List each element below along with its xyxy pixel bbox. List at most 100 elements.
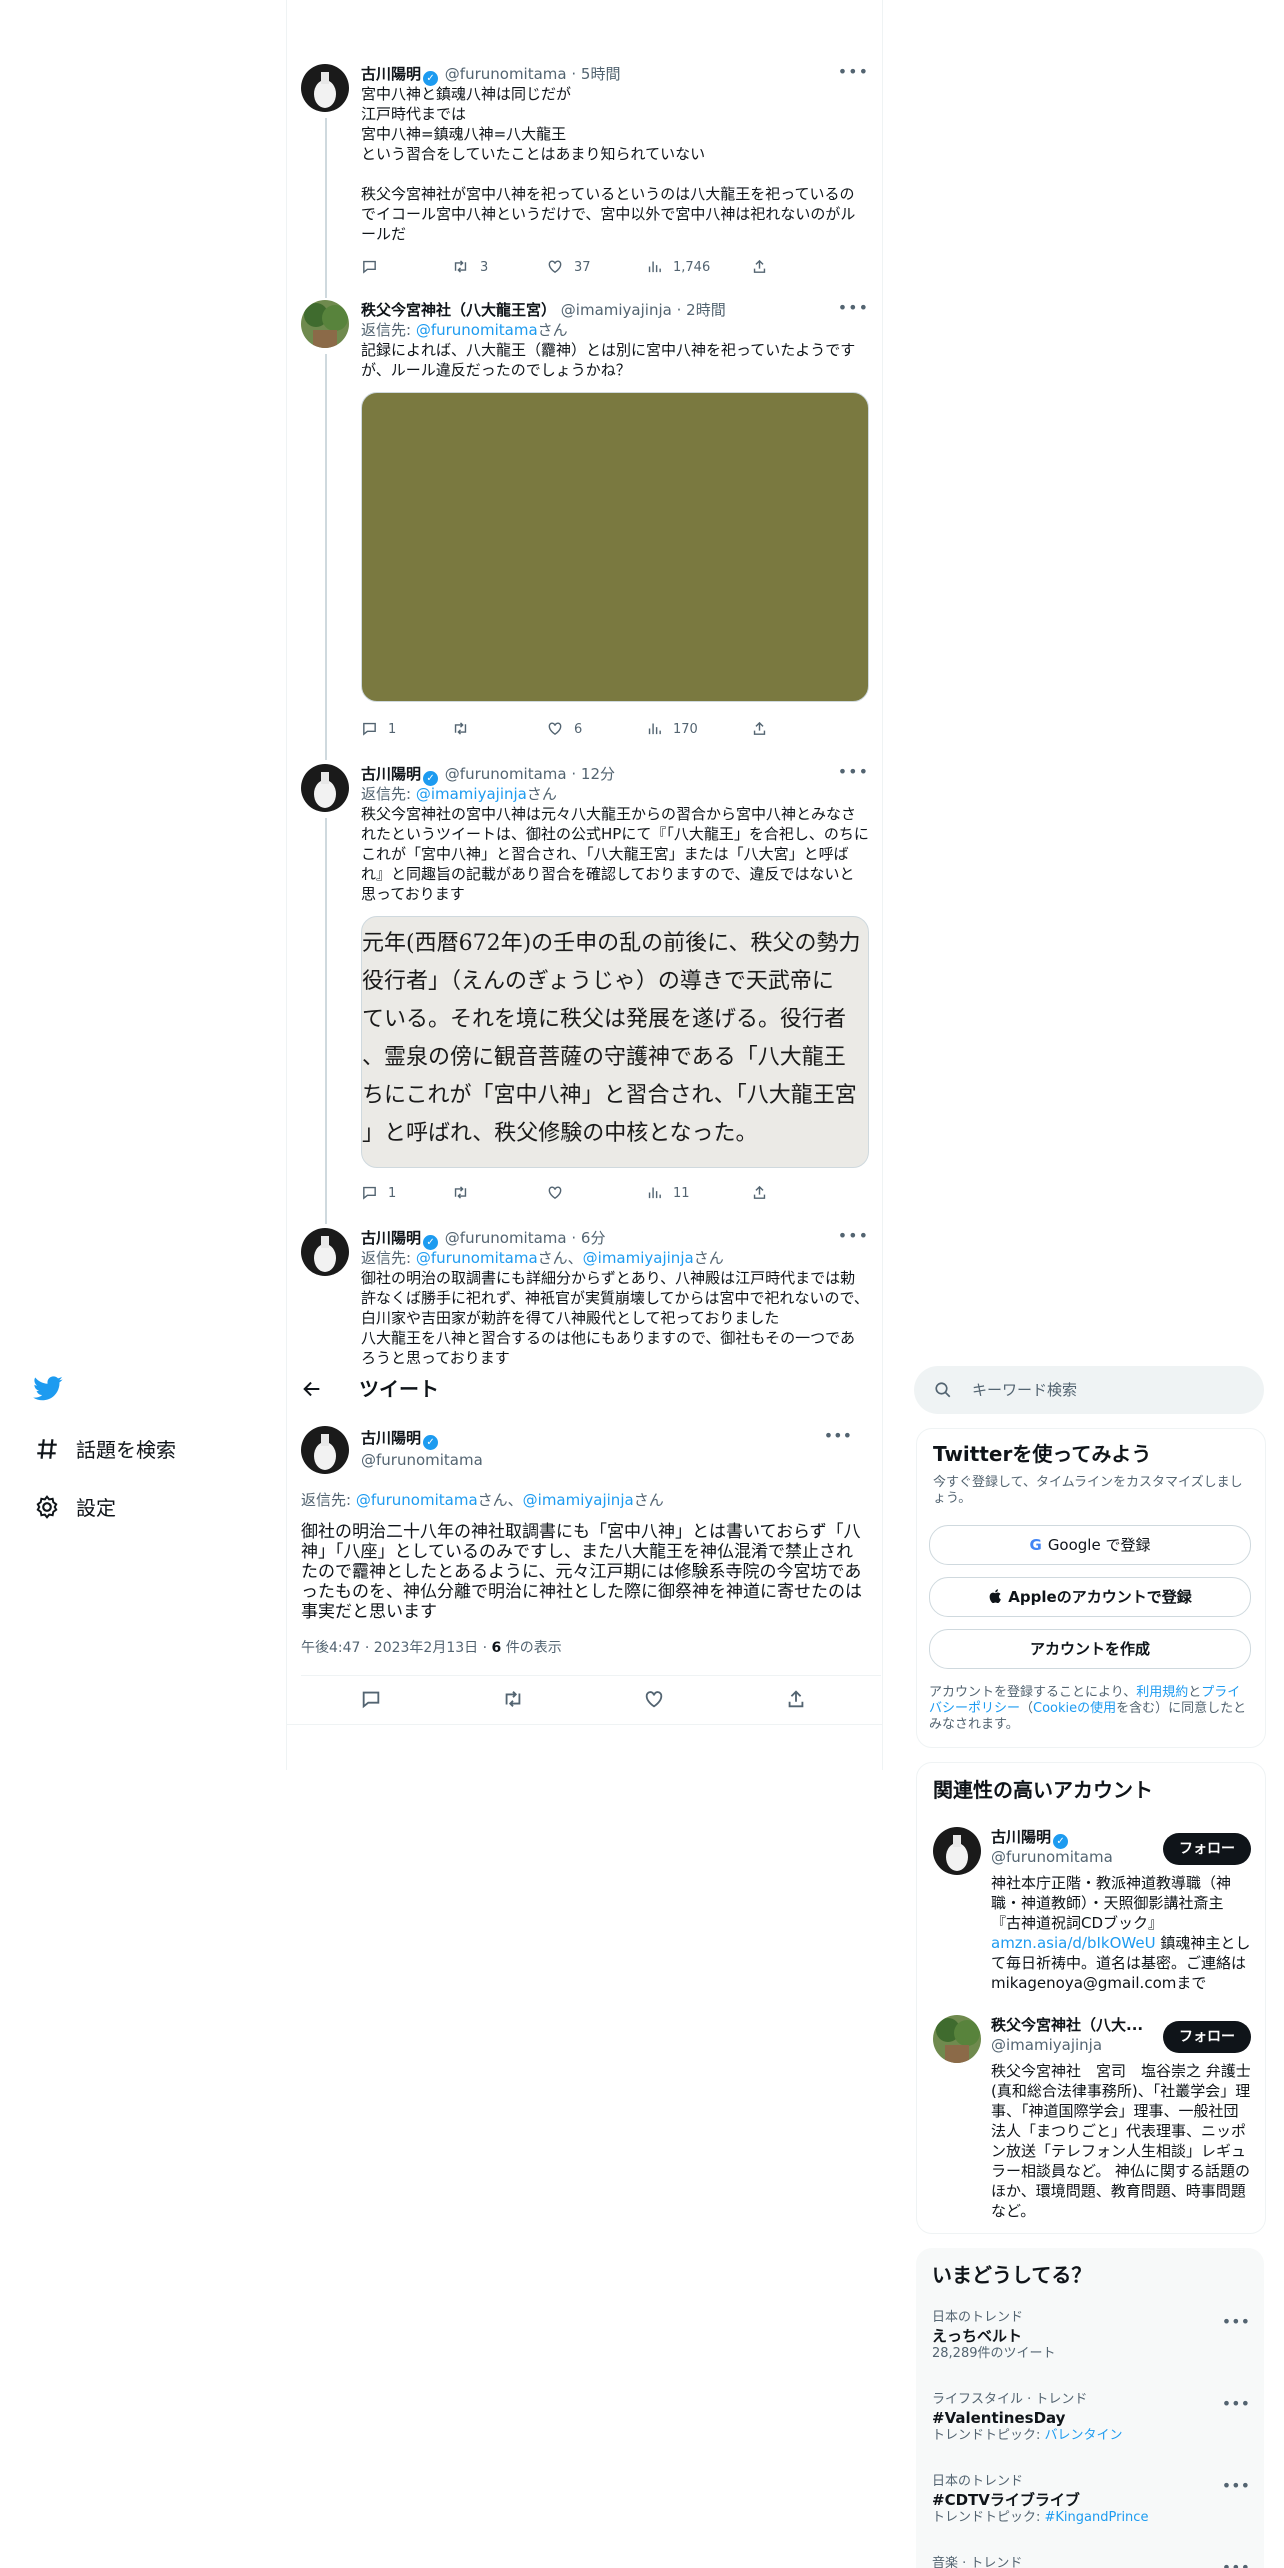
- avatar[interactable]: [933, 1827, 981, 1875]
- image-text-line: 役行者」（えんのぎょうじゃ）の導きで天武帝に: [362, 969, 834, 994]
- author-name[interactable]: 古川陽明: [361, 1429, 421, 1447]
- trend-item[interactable]: ライフスタイル · トレンド #ValentinesDay トレンドトピック: …: [932, 2392, 1250, 2444]
- bio-link[interactable]: amzn.asia/d/bIkOWeU: [991, 1934, 1156, 1952]
- divider: [287, 1724, 882, 1725]
- views-button[interactable]: 1,746: [646, 258, 710, 278]
- search-icon: [935, 1382, 951, 1398]
- trend-item[interactable]: 音楽 · トレンド •••: [932, 2556, 1250, 2568]
- avatar[interactable]: [301, 1426, 349, 1474]
- tweet-image[interactable]: 元年(西暦672年)の壬申の乱の前後に、秩父の勢力 役行者」（えんのぎょうじゃ）…: [361, 916, 869, 1168]
- reply-button[interactable]: [360, 1688, 382, 1714]
- account-name[interactable]: 秩父今宮神社（八大...: [991, 2015, 1143, 2035]
- tweet-time[interactable]: · 5時間: [571, 65, 620, 83]
- share-button[interactable]: [751, 720, 778, 740]
- like-button[interactable]: 37: [546, 258, 591, 278]
- back-arrow-icon[interactable]: [301, 1378, 327, 1404]
- trend-count: 28,289件のツイート: [932, 2346, 1056, 2361]
- reply-button[interactable]: [361, 258, 388, 278]
- more-icon[interactable]: •••: [838, 298, 869, 317]
- reply-to-link[interactable]: @imamiyajinja: [416, 785, 527, 803]
- create-account-button[interactable]: アカウントを作成: [929, 1629, 1251, 1669]
- reply-to-link[interactable]: @imamiyajinja: [523, 1491, 634, 1509]
- views-button[interactable]: 11: [646, 1184, 690, 1204]
- author-handle[interactable]: @furunomitama: [445, 765, 567, 783]
- author-handle[interactable]: @furunomitama: [361, 1450, 483, 1470]
- tweet[interactable]: 古川陽明 ✓ @furunomitama · 12分 ••• 返信先: @imam…: [301, 762, 881, 1214]
- google-signup-button[interactable]: G Google で登録: [929, 1525, 1251, 1565]
- search-input[interactable]: キーワード検索: [972, 1380, 1077, 1400]
- account-handle[interactable]: @furunomitama: [991, 1847, 1113, 1867]
- tweet-time[interactable]: · 6分: [571, 1229, 605, 1247]
- trend-topic[interactable]: #KingandPrince: [1045, 2510, 1149, 2525]
- more-icon[interactable]: •••: [838, 1228, 869, 1245]
- author-name[interactable]: 古川陽明: [361, 1229, 421, 1247]
- avatar[interactable]: [301, 64, 349, 112]
- reply-button[interactable]: 1: [361, 720, 396, 740]
- follow-button[interactable]: フォロー: [1163, 2021, 1251, 2053]
- views-button[interactable]: 170: [646, 720, 698, 740]
- trend-topic[interactable]: バレンタイン: [1045, 2428, 1123, 2443]
- more-icon[interactable]: •••: [824, 1426, 852, 1445]
- retweet-button[interactable]: [451, 720, 480, 740]
- account-handle[interactable]: @imamiyajinja: [991, 2035, 1102, 2055]
- tweet[interactable]: 秩父今宮神社（八大龍王宮） @imamiyajinja · 2時間 ••• 返信…: [301, 298, 881, 750]
- account-name[interactable]: 古川陽明: [991, 1828, 1051, 1846]
- search-box[interactable]: キーワード検索: [914, 1366, 1264, 1414]
- tweet-text: 記録によれば、八大龍王（龗神）とは別に宮中八神を祀っていたようですが、ルール違反…: [361, 341, 856, 379]
- page-title: ツイート: [359, 1377, 439, 1401]
- share-button[interactable]: [751, 258, 778, 278]
- author-handle[interactable]: @furunomitama: [445, 1229, 567, 1247]
- author-name[interactable]: 古川陽明: [361, 65, 421, 83]
- apple-signup-button[interactable]: Appleのアカウントで登録: [929, 1577, 1251, 1617]
- reply-button[interactable]: 1: [361, 1184, 396, 1204]
- more-icon[interactable]: •••: [838, 762, 869, 781]
- hashtag-icon: [37, 1439, 57, 1459]
- more-icon[interactable]: •••: [1222, 2312, 1250, 2331]
- retweet-button[interactable]: [501, 1688, 525, 1714]
- twitter-logo-icon[interactable]: [32, 1376, 64, 1406]
- share-button[interactable]: [785, 1688, 807, 1714]
- reply-to-link[interactable]: @furunomitama: [416, 321, 538, 339]
- retweet-button[interactable]: [451, 1184, 480, 1204]
- reply-to-link[interactable]: @imamiyajinja: [583, 1249, 694, 1267]
- trend-name: #CDTVライブライブ: [932, 2491, 1080, 2509]
- related-accounts-card: 関連性の高いアカウント 古川陽明 ✓ @furunomitama フォロー 神社本…: [916, 1762, 1266, 2234]
- author-name[interactable]: 秩父今宮神社（八大龍王宮）: [361, 301, 556, 319]
- tweet-time[interactable]: · 12分: [571, 765, 615, 783]
- trend-item[interactable]: 日本のトレンド えっちベルト 28,289件のツイート •••: [932, 2310, 1250, 2362]
- author-handle[interactable]: @imamiyajinja: [561, 301, 672, 319]
- reply-to-link[interactable]: @furunomitama: [416, 1249, 538, 1267]
- nav-settings[interactable]: 設定: [34, 1488, 116, 1528]
- avatar[interactable]: [301, 300, 349, 348]
- tweet-text: 御社の明治の取調書にも詳細分からずとあり、八神殿は江戸時代までは勅許なくば勝手に…: [361, 1269, 869, 1364]
- avatar[interactable]: [301, 1228, 349, 1276]
- tweet[interactable]: 古川陽明 ✓ @furunomitama · 6分 ••• 返信先: @furun…: [301, 1228, 881, 1364]
- retweet-button[interactable]: 3: [451, 258, 488, 278]
- tweet-timestamp[interactable]: 午後4:47 · 2023年2月13日 · 6 件の表示: [301, 1638, 562, 1658]
- more-icon[interactable]: •••: [1222, 2476, 1250, 2495]
- author-name[interactable]: 古川陽明: [361, 765, 421, 783]
- signup-title: Twitterを使ってみよう: [933, 1442, 1152, 1466]
- more-icon[interactable]: •••: [1222, 2394, 1250, 2413]
- apple-icon: [989, 1589, 1002, 1604]
- nav-explore[interactable]: 話題を検索: [34, 1430, 176, 1470]
- like-button[interactable]: [546, 1184, 574, 1204]
- terms-link[interactable]: 利用規約: [1136, 1685, 1188, 1700]
- tweet[interactable]: 古川陽明 ✓ @furunomitama · 5時間 ••• 宮中八神と鎮魂八神は…: [301, 62, 881, 284]
- share-button[interactable]: [751, 1184, 778, 1204]
- reply-context: 返信先: @imamiyajinjaさん: [361, 785, 557, 803]
- like-button[interactable]: [643, 1688, 665, 1714]
- tweet-image[interactable]: [361, 392, 869, 702]
- author-handle[interactable]: @furunomitama: [445, 65, 567, 83]
- trend-item[interactable]: 日本のトレンド #CDTVライブライブ トレンドトピック: #KingandPr…: [932, 2474, 1250, 2526]
- reply-to-link[interactable]: @furunomitama: [356, 1491, 478, 1509]
- tweet-text: 宮中八神と鎮魂八神は同じだが 江戸時代までは 宮中八神=鎮魂八神=八大龍王 とい…: [361, 85, 856, 243]
- avatar[interactable]: [933, 2015, 981, 2063]
- cookie-link[interactable]: Cookieの使用: [1033, 1701, 1116, 1716]
- avatar[interactable]: [301, 764, 349, 812]
- like-button[interactable]: 6: [546, 720, 582, 740]
- more-icon[interactable]: •••: [838, 62, 869, 81]
- follow-button[interactable]: フォロー: [1163, 1833, 1251, 1865]
- more-icon[interactable]: •••: [1222, 2558, 1250, 2568]
- tweet-time[interactable]: · 2時間: [677, 301, 726, 319]
